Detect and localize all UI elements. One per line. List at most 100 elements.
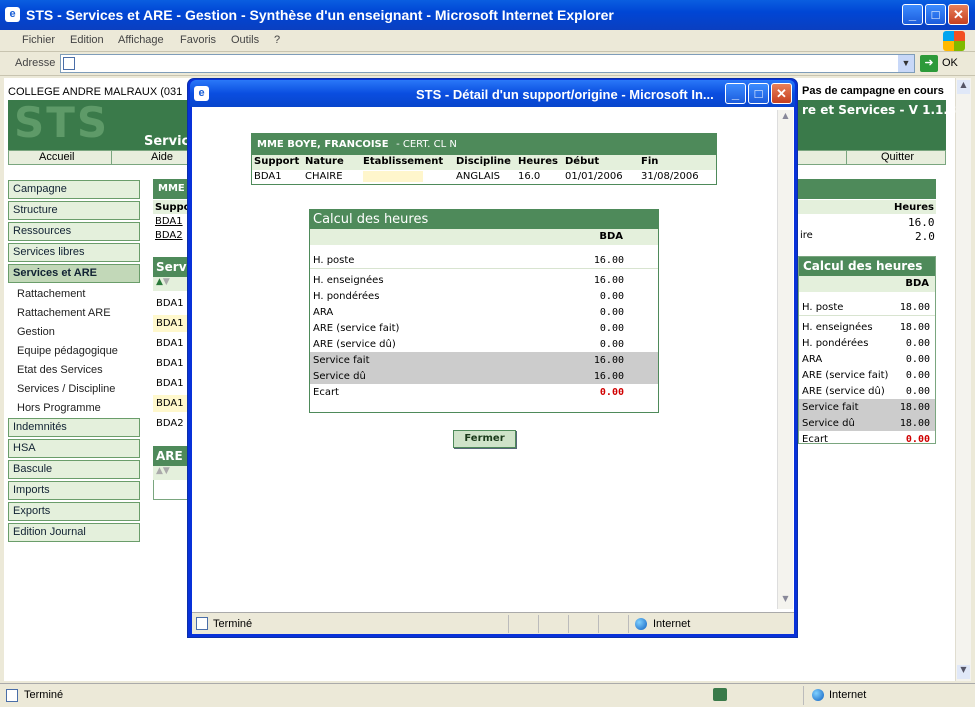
status-page-icon: [6, 689, 18, 702]
nav-aide[interactable]: Aide: [151, 151, 173, 163]
address-input[interactable]: ▼: [60, 54, 915, 73]
bg-row-3: BDA1: [156, 338, 184, 349]
calc-label: H. pondérées: [802, 338, 869, 349]
menu-affichage[interactable]: Affichage: [118, 34, 164, 46]
popup-zone-text: Internet: [653, 618, 691, 630]
calc-row: H. enseignées 16.00: [310, 269, 658, 288]
sort-arrows-icon[interactable]: ▲▼: [153, 277, 189, 291]
popup-status-text: Terminé: [213, 618, 253, 630]
bg-support-label: Suppo: [155, 202, 191, 213]
submenu-rattachement-are[interactable]: Rattachement ARE: [17, 307, 111, 319]
nav-accueil[interactable]: Accueil: [39, 151, 74, 163]
menu-hsa[interactable]: HSA: [8, 439, 140, 458]
address-dropdown-icon[interactable]: ▼: [898, 55, 914, 72]
calc-value: 18.00: [899, 418, 930, 429]
maximize-button[interactable]: □: [925, 4, 946, 25]
window-title-bar[interactable]: e STS - Services et ARE - Gestion - Synt…: [0, 0, 975, 30]
popup-minimize-button[interactable]: _: [725, 83, 746, 104]
popup-title: STS - Détail d'un support/origine - Micr…: [416, 87, 714, 102]
calc-label: Service dû: [313, 371, 366, 382]
menu-bascule[interactable]: Bascule: [8, 460, 140, 479]
banner-title: Servic: [144, 134, 190, 149]
calc-value: 0.00: [905, 434, 930, 445]
calc-value: 16.00: [593, 255, 624, 266]
calc-table: Calcul des heures BDA H. poste 16.00 H. en…: [309, 209, 659, 413]
ie-icon: e: [5, 7, 20, 22]
calc-title: Calcul des heures: [310, 210, 658, 229]
calc-value: 0.00: [599, 387, 624, 398]
submenu-services-discipline[interactable]: Services / Discipline: [17, 383, 115, 395]
menu-favoris[interactable]: Favoris: [180, 34, 216, 46]
bg-calc-table: Calcul des heures BDA H. poste 18.00 H. en…: [798, 256, 936, 445]
calc-value: 16.00: [593, 355, 624, 366]
cell-discipline: ANGLAIS: [456, 171, 501, 182]
calc-row: Service dû 16.00: [310, 368, 658, 384]
go-button[interactable]: OK: [942, 57, 958, 69]
popup-maximize-button[interactable]: □: [748, 83, 769, 104]
submenu-etat-services[interactable]: Etat des Services: [17, 364, 103, 376]
support-row: BDA1 CHAIRE ANGLAIS 16.0 01/01/2006 31/0…: [252, 170, 716, 184]
address-label: Adresse: [15, 57, 56, 69]
calc-label: ARE (service dû): [313, 339, 396, 350]
minimize-button[interactable]: _: [902, 4, 923, 25]
popup-scrollbar[interactable]: ▲ ▼: [777, 110, 793, 609]
menu-services-are[interactable]: Services et ARE: [8, 264, 140, 283]
submenu-rattachement[interactable]: Rattachement: [17, 288, 85, 300]
scroll-up-icon[interactable]: ▲: [957, 80, 970, 94]
page-scrollbar[interactable]: ▲ ▼: [955, 78, 971, 681]
calc-value: 0.00: [599, 323, 624, 334]
menu-campagne[interactable]: Campagne: [8, 180, 140, 199]
menu-help[interactable]: ?: [274, 34, 280, 46]
calc-label: ARA: [313, 307, 334, 318]
hdr-discipline: Discipline: [456, 156, 511, 167]
bg-link-bda1[interactable]: BDA1: [155, 216, 183, 227]
calc-value: 0.00: [905, 386, 930, 397]
menu-edition-journal[interactable]: Edition Journal: [8, 523, 140, 542]
status-text: Terminé: [24, 689, 64, 701]
nav-quitter[interactable]: Quitter: [881, 151, 914, 163]
popup-ie-icon: e: [194, 86, 209, 101]
submenu-gestion[interactable]: Gestion: [17, 326, 55, 338]
popup-scroll-down-icon[interactable]: ▼: [779, 594, 792, 608]
bg-services-header: Serv: [153, 257, 189, 277]
bg-link-bda2[interactable]: BDA2: [155, 230, 183, 241]
calc-row: ARA 0.00: [799, 351, 935, 367]
close-button[interactable]: ✕: [948, 4, 969, 25]
menu-fichier[interactable]: Fichier: [22, 34, 55, 46]
bg-row-6: BDA1: [156, 398, 184, 409]
popup-scroll-up-icon[interactable]: ▲: [779, 111, 792, 125]
zone-text: Internet: [829, 689, 867, 701]
calc-row: ARE (service fait) 0.00: [310, 320, 658, 336]
bg-are-header: ARE: [153, 446, 189, 466]
teacher-grade: - CERT. CL N: [396, 139, 457, 150]
calc-label: Ecart: [802, 434, 828, 445]
campaign-status: Pas de campagne en cours: [802, 85, 944, 97]
submenu-equipe-pedagogique[interactable]: Equipe pédagogique: [17, 345, 118, 357]
calc-label: Service dû: [802, 418, 855, 429]
bg-heures-2: 2.0: [915, 230, 935, 243]
popup-close-button[interactable]: ✕: [771, 83, 792, 104]
calc-label: ARE (service fait): [313, 323, 400, 334]
teacher-name: MME BOYE, FRANCOISE: [257, 139, 389, 150]
menu-services-libres[interactable]: Services libres: [8, 243, 140, 262]
hdr-fin: Fin: [641, 156, 659, 167]
popup-globe-icon: [635, 618, 647, 630]
close-popup-button[interactable]: Fermer: [453, 430, 516, 448]
cell-etablissement: [363, 171, 423, 182]
address-bar: Adresse ▼ ➜ OK: [0, 52, 975, 76]
menu-imports[interactable]: Imports: [8, 481, 140, 500]
menu-exports[interactable]: Exports: [8, 502, 140, 521]
menu-indemnites[interactable]: Indemnités: [8, 418, 140, 437]
submenu-hors-programme[interactable]: Hors Programme: [17, 402, 101, 414]
menu-ressources[interactable]: Ressources: [8, 222, 140, 241]
calc-row: ARE (service dû) 0.00: [310, 336, 658, 352]
calc-value: 18.00: [899, 302, 930, 313]
are-sort-arrows-icon[interactable]: ▲▼: [153, 466, 189, 480]
cell-debut: 01/01/2006: [565, 171, 623, 182]
menu-structure[interactable]: Structure: [8, 201, 140, 220]
scroll-down-icon[interactable]: ▼: [957, 665, 970, 679]
menu-edition[interactable]: Edition: [70, 34, 104, 46]
popup-title-bar[interactable]: e STS - Détail d'un support/origine - Mi…: [190, 80, 795, 107]
go-arrow-icon[interactable]: ➜: [920, 55, 938, 72]
menu-outils[interactable]: Outils: [231, 34, 259, 46]
